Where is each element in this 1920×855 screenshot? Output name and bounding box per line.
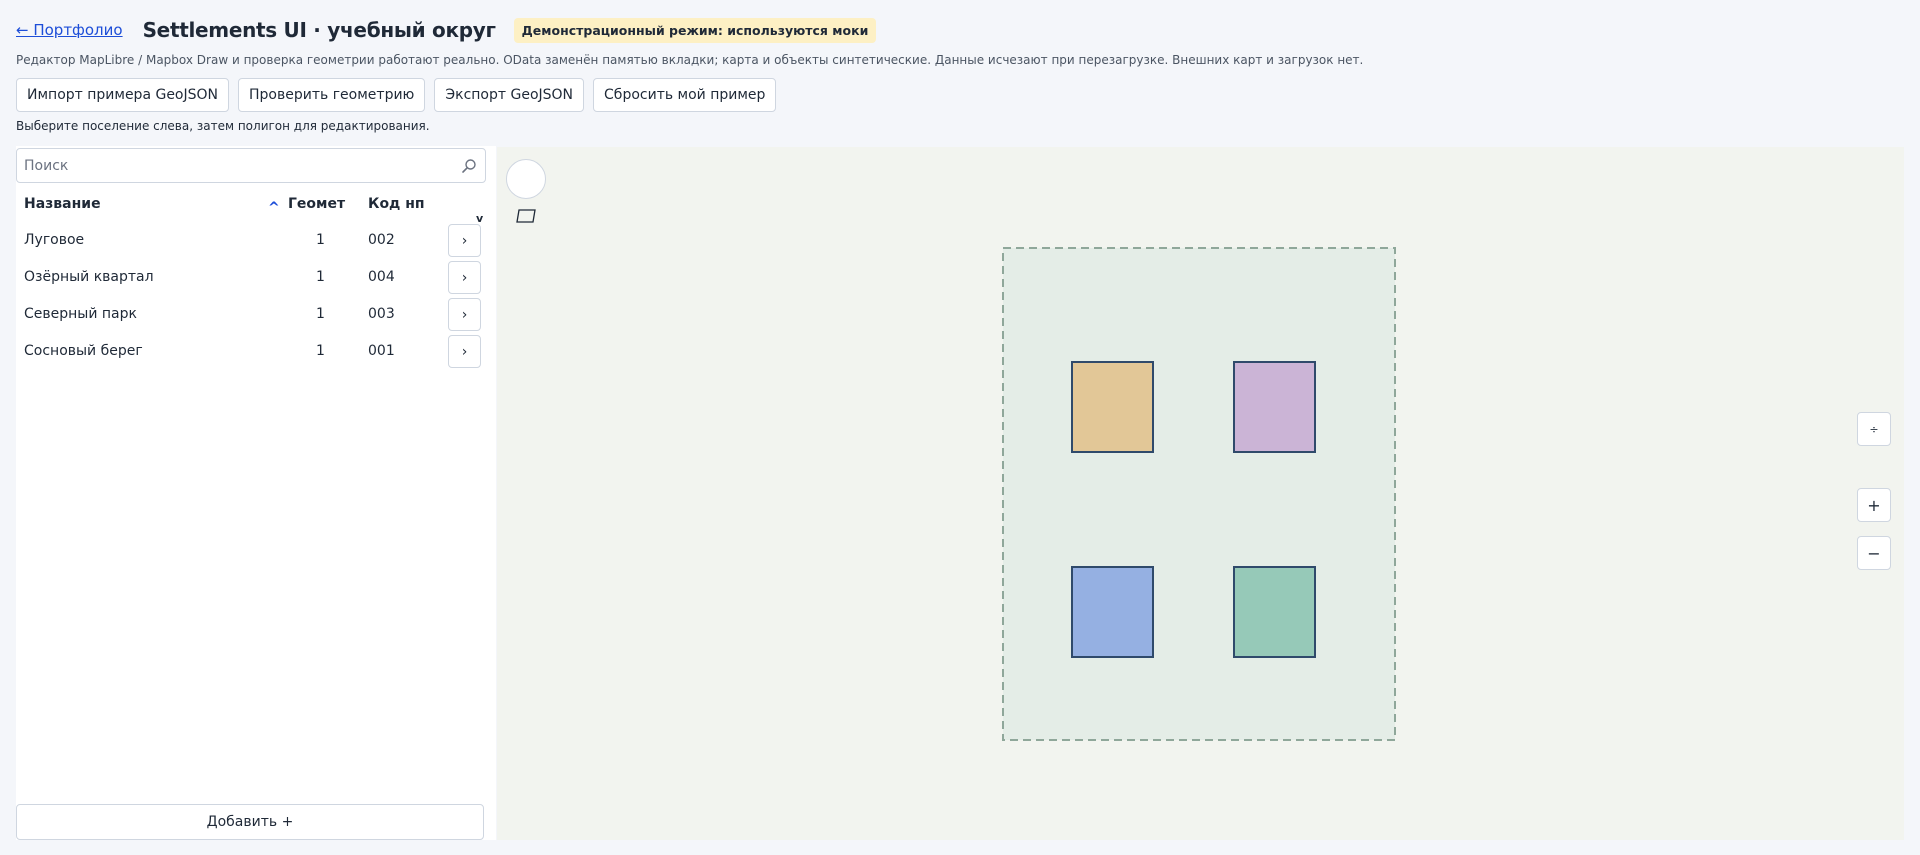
zoom-in-button[interactable]: +	[1857, 488, 1891, 522]
page-title: Settlements UI · учебный округ	[142, 18, 496, 42]
district-boundary[interactable]	[1002, 247, 1396, 741]
map-drawing[interactable]	[497, 147, 1904, 840]
table-row[interactable]: Северный парк 1 003 ›	[16, 296, 486, 333]
selection-hint: Выберите поселение слева, затем полигон …	[16, 119, 430, 133]
import-geojson-button[interactable]: Импорт примера GeoJSON	[16, 78, 230, 112]
row-name: Сосновый берег	[24, 343, 143, 359]
settlements-list: Луговое 1 002 › Озёрный квартал 1 004 › …	[16, 222, 486, 370]
row-name: Озёрный квартал	[24, 269, 154, 285]
header: ← Портфолио Settlements UI · учебный окр…	[16, 16, 877, 44]
row-code: 002	[368, 232, 395, 248]
page-description: Редактор MapLibre / Mapbox Draw и провер…	[16, 53, 1364, 67]
row-geometry-count: 1	[316, 269, 325, 285]
row-name: Луговое	[24, 232, 85, 248]
row-code: 001	[368, 343, 395, 359]
settlement-polygon-2[interactable]	[1233, 361, 1316, 453]
validate-geometry-button[interactable]: Проверить геометрию	[238, 78, 426, 112]
table-row[interactable]: Сосновый берег 1 001 ›	[16, 333, 486, 370]
demo-mode-badge: Демонстрационный режим: используются мок…	[513, 17, 877, 43]
add-settlement-button[interactable]: Добавить +	[16, 804, 484, 840]
column-header-name[interactable]: Название	[24, 192, 101, 222]
row-name: Северный парк	[24, 306, 137, 322]
search-box	[16, 148, 486, 183]
settlements-panel: Название ^ Геомет Код нп v Луговое 1 002…	[16, 146, 496, 840]
row-code: 004	[368, 269, 395, 285]
table-header: Название ^ Геомет Код нп v	[16, 192, 486, 225]
row-code: 003	[368, 306, 395, 322]
settlement-polygon-3[interactable]	[1071, 566, 1154, 658]
sort-ascending-icon[interactable]: ^	[268, 200, 280, 216]
reset-example-button[interactable]: Сбросить мой пример	[593, 78, 777, 112]
open-row-button[interactable]: ›	[448, 298, 481, 331]
column-header-code[interactable]: Код нп	[368, 192, 425, 222]
draw-point-tool-button[interactable]	[506, 159, 546, 199]
zoom-out-button[interactable]: −	[1857, 536, 1891, 570]
toolbar: Импорт примера GeoJSON Проверить геометр…	[16, 78, 777, 112]
row-geometry-count: 1	[316, 306, 325, 322]
row-geometry-count: 1	[316, 232, 325, 248]
open-row-button[interactable]: ›	[448, 335, 481, 368]
settlement-polygon-4[interactable]	[1233, 566, 1316, 658]
search-input[interactable]	[24, 149, 464, 182]
compass-reset-button[interactable]: ÷	[1857, 412, 1891, 446]
table-row[interactable]: Озёрный квартал 1 004 ›	[16, 259, 486, 296]
map-canvas[interactable]: ÷ + −	[497, 147, 1904, 840]
back-to-portfolio-link[interactable]: ← Портфолио	[16, 21, 123, 39]
row-geometry-count: 1	[316, 343, 325, 359]
open-row-button[interactable]: ›	[448, 224, 481, 257]
table-row[interactable]: Луговое 1 002 ›	[16, 222, 486, 259]
column-header-geometry[interactable]: Геомет	[288, 192, 345, 222]
draw-polygon-icon[interactable]	[516, 209, 536, 223]
settlement-polygon-1[interactable]	[1071, 361, 1154, 453]
export-geojson-button[interactable]: Экспорт GeoJSON	[434, 78, 585, 112]
search-icon[interactable]	[461, 158, 477, 174]
open-row-button[interactable]: ›	[448, 261, 481, 294]
